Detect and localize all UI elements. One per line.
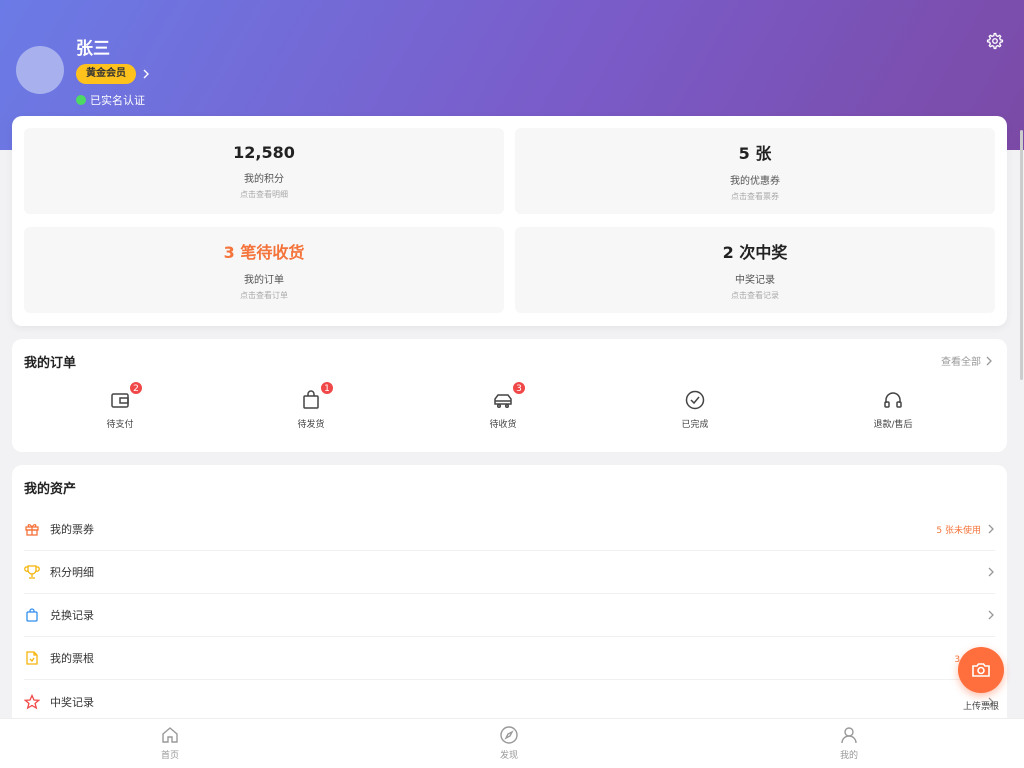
camera-icon [972, 663, 990, 677]
wallet-icon [111, 393, 129, 408]
tab-label: 首页 [160, 751, 179, 761]
order-label: 待收货 [489, 420, 517, 430]
badge: 2 [129, 381, 143, 395]
asset-label: 兑换记录 [50, 609, 94, 622]
asset-label: 我的票根 [50, 652, 94, 665]
chevron-right-icon [988, 610, 994, 620]
order-pending-shipment[interactable]: 1 待发货 [271, 381, 351, 430]
chevron-right-icon [986, 356, 992, 365]
stat-sub: 点击查看票券 [731, 192, 779, 201]
stat-label: 我的积分 [244, 173, 284, 185]
stat-label: 我的优惠券 [730, 176, 780, 187]
headphones-icon [884, 392, 902, 408]
asset-row-prizes[interactable]: 中奖记录 [24, 680, 995, 723]
upload-stub-label: 上传票根 [963, 702, 1000, 712]
tab-discover[interactable]: 发现 [479, 725, 539, 761]
check-circle-icon [685, 390, 705, 410]
chevron-right-icon [143, 69, 149, 79]
home-icon [162, 727, 178, 743]
assets-title: 我的资产 [24, 482, 77, 497]
stat-orders[interactable]: 3 笔待收货 我的订单 点击查看订单 [24, 227, 504, 313]
truck-icon [494, 394, 512, 409]
orders-card: 我的订单 查看全部 2 待支付 1 待发货 3 待收货 已完成 退款/售后 [12, 339, 1007, 452]
stat-sub: 点击查看记录 [731, 291, 779, 300]
order-label: 退款/售后 [873, 420, 913, 430]
stat-value: 3 笔待收货 [223, 243, 305, 262]
stat-label: 我的订单 [244, 275, 284, 286]
asset-note: 5 张未使用 [936, 525, 981, 536]
avatar[interactable] [16, 46, 64, 94]
order-icon-wrap: 2 [109, 381, 143, 411]
view-all-link[interactable]: 查看全部 [941, 353, 993, 368]
stat-coupons[interactable]: 5 张 我的优惠券 点击查看票券 [515, 128, 995, 214]
vip-badge[interactable]: 黄金会员 [76, 64, 136, 84]
gift-icon [25, 524, 39, 536]
stats-card: 12,580 我的积分 点击查看明细 5 张 我的优惠券 点击查看票券 3 笔待… [12, 116, 1007, 326]
compass-icon [500, 726, 518, 744]
shopping-bag-icon [303, 390, 319, 409]
order-completed[interactable]: 已完成 [655, 389, 735, 430]
chevron-right-icon [988, 567, 994, 577]
tab-label: 发现 [499, 751, 518, 761]
stat-sub: 点击查看明细 [240, 189, 288, 199]
order-icon-wrap: 3 [492, 381, 526, 411]
stat-value: 12,580 [233, 142, 295, 162]
stat-prizes[interactable]: 2 次中奖 中奖记录 点击查看记录 [515, 227, 995, 313]
stat-points[interactable]: 12,580 我的积分 点击查看明细 [24, 128, 504, 214]
order-icon-wrap [882, 389, 904, 411]
stat-value: 5 张 [738, 144, 772, 163]
order-refund[interactable]: 退款/售后 [853, 389, 933, 430]
verify-status: 已实名认证 [76, 92, 145, 108]
stat-sub: 点击查看订单 [240, 291, 288, 300]
upload-stub-button[interactable] [958, 647, 1004, 693]
stat-value: 2 次中奖 [722, 243, 788, 262]
orders-title: 我的订单 [24, 356, 77, 371]
order-icon-wrap [684, 389, 706, 411]
asset-row-points[interactable]: 积分明细 [24, 551, 995, 594]
tab-mine[interactable]: 我的 [819, 725, 879, 761]
badge: 1 [320, 381, 334, 395]
order-label: 已完成 [681, 420, 709, 430]
order-label: 待发货 [297, 420, 325, 430]
gear-icon[interactable] [986, 32, 1004, 50]
order-icon-wrap: 1 [300, 381, 334, 411]
ticket-stub-icon [26, 651, 38, 665]
vip-row[interactable]: 黄金会员 [76, 64, 150, 84]
chevron-right-icon [988, 524, 994, 534]
scrollbar[interactable] [1020, 130, 1023, 380]
trophy-icon [24, 565, 40, 579]
assets-card: 我的资产 我的票券 5 张未使用 积分明细 兑换记录 我的票根 3 张已 [12, 465, 1007, 725]
bottom-tab-bar: 首页 发现 我的 [0, 718, 1024, 768]
asset-label: 中奖记录 [50, 695, 94, 709]
asset-label: 我的票券 [50, 523, 94, 536]
verified-dot-icon [76, 95, 86, 105]
stat-label: 中奖记录 [735, 275, 775, 286]
badge: 3 [512, 381, 526, 395]
asset-row-tickets[interactable]: 我的票券 5 张未使用 [24, 508, 995, 551]
asset-label: 积分明细 [50, 566, 94, 579]
tab-label: 我的 [839, 751, 858, 761]
asset-row-exchange[interactable]: 兑换记录 [24, 594, 995, 637]
user-name: 张三 [76, 39, 110, 59]
verify-text: 已实名认证 [90, 94, 145, 107]
order-pending-payment[interactable]: 2 待支付 [80, 381, 160, 430]
user-icon [841, 727, 857, 744]
order-pending-receipt[interactable]: 3 待收货 [463, 381, 543, 430]
asset-row-stubs[interactable]: 我的票根 3 张已 [24, 637, 995, 680]
view-all-label: 查看全部 [941, 357, 981, 368]
order-label: 待支付 [106, 420, 134, 430]
tab-home[interactable]: 首页 [140, 725, 200, 761]
star-icon [24, 693, 40, 709]
bag-icon [26, 608, 38, 622]
